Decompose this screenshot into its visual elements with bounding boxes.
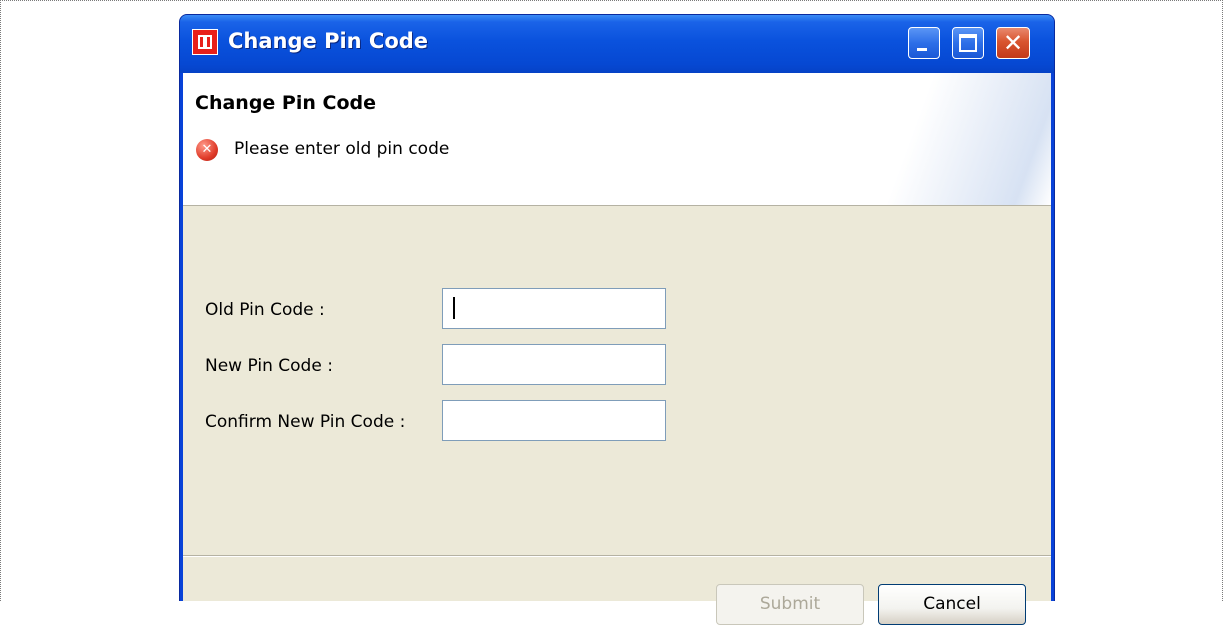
title-bar[interactable]: Change Pin Code ✕ [180, 15, 1054, 73]
maximize-icon [959, 34, 977, 52]
footer-separator [183, 555, 1051, 557]
error-message: Please enter old pin code [234, 139, 450, 159]
app-logo-icon[interactable] [192, 29, 218, 55]
confirm-pin-label: Confirm New Pin Code : [205, 412, 406, 432]
close-icon: ✕ [1002, 29, 1024, 57]
submit-button[interactable]: Submit [716, 584, 864, 625]
window-title: Change Pin Code [228, 29, 429, 53]
minimize-icon [917, 48, 927, 51]
minimize-button[interactable] [908, 27, 940, 59]
maximize-button[interactable] [952, 27, 984, 59]
confirm-pin-field[interactable] [442, 400, 666, 441]
text-caret [453, 297, 455, 319]
page-border-left [0, 0, 1, 601]
old-pin-label: Old Pin Code : [205, 300, 325, 320]
page-border-top [0, 0, 1223, 1]
header-panel: Change Pin Code ✕ Please enter old pin c… [183, 73, 1051, 206]
new-pin-label: New Pin Code : [205, 356, 333, 376]
old-pin-field[interactable] [442, 288, 666, 329]
change-pin-dialog: Change Pin Code ✕ Change Pin Code ✕ Plea… [179, 14, 1055, 625]
header-title: Change Pin Code [195, 92, 376, 114]
close-button[interactable]: ✕ [996, 27, 1030, 59]
cancel-button[interactable]: Cancel [878, 584, 1026, 625]
new-pin-field[interactable] [442, 344, 666, 385]
dialog-body: Change Pin Code ✕ Please enter old pin c… [183, 73, 1051, 625]
error-icon: ✕ [196, 139, 218, 161]
